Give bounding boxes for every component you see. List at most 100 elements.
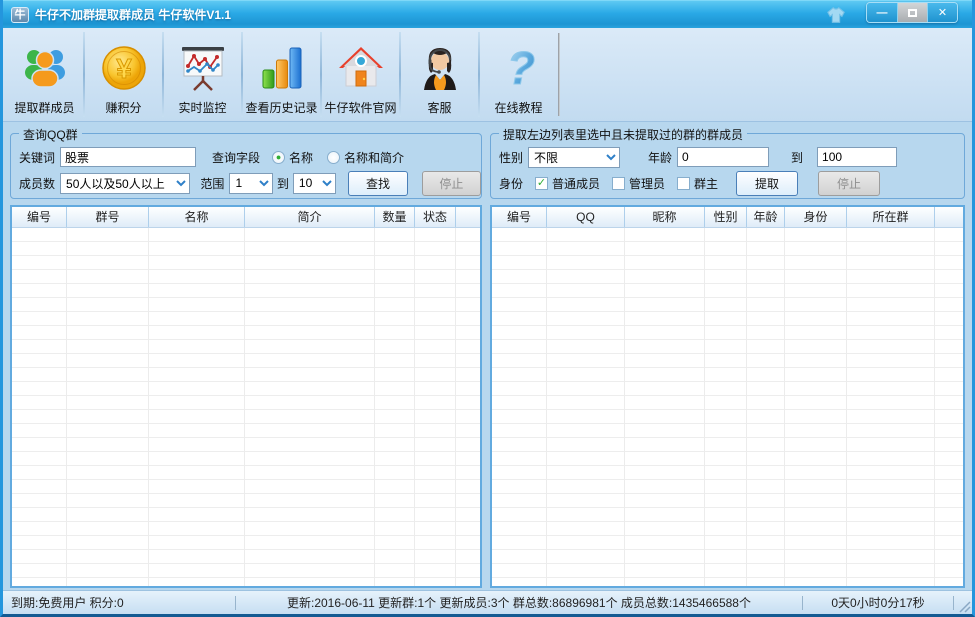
svg-text:¥: ¥	[116, 53, 132, 84]
checkbox-mark	[612, 177, 625, 190]
maximize-button[interactable]	[897, 3, 927, 22]
gender-label: 性别	[499, 149, 523, 166]
range-to-select[interactable]: 10	[293, 173, 336, 194]
toolbar-label: 查看历史记录	[245, 99, 317, 116]
app-window: 牛 牛仔不加群提取群成员 牛仔软件V1.1 — ✕	[0, 0, 975, 617]
home-icon	[336, 43, 386, 93]
toolbar-label: 牛仔软件官网	[324, 99, 396, 116]
column-header[interactable]: 简介	[245, 207, 375, 227]
chevron-down-icon	[322, 180, 332, 187]
window-controls: — ✕	[866, 2, 958, 23]
window-title: 牛仔不加群提取群成员 牛仔软件V1.1	[35, 6, 231, 23]
query-row-1: 关键词 查询字段 ● 名称 名称和简介	[11, 144, 481, 170]
keyword-input[interactable]	[60, 147, 196, 167]
query-group-column: 查询QQ群 关键词 查询字段 ● 名称 名称和简介 成员数	[10, 126, 482, 588]
toolbar-website-button[interactable]: 牛仔软件官网	[322, 28, 399, 121]
query-row-2: 成员数 50人以及50人以上 范围 1 到 10 查找	[11, 170, 481, 196]
column-header[interactable]: 身份	[785, 207, 847, 227]
search-button[interactable]: 查找	[348, 171, 407, 196]
status-update-info: 更新:2016-06-11 更新群:1个 更新成员:3个 群总数:8689698…	[236, 594, 802, 611]
minimize-button[interactable]: —	[867, 3, 897, 22]
query-groupbox-title: 查询QQ群	[19, 126, 82, 143]
identity-label: 身份	[499, 175, 523, 192]
extract-button[interactable]: 提取	[736, 171, 798, 196]
checkbox-owner[interactable]: 群主	[677, 175, 718, 192]
extract-column: 提取左边列表里选中且未提取过的群的群成员 性别 不限 年龄 到 身份 ✓	[490, 126, 965, 588]
column-header[interactable]: 状态	[415, 207, 456, 227]
main-area: 查询QQ群 关键词 查询字段 ● 名称 名称和简介 成员数	[3, 122, 972, 590]
bar-chart-icon	[257, 43, 307, 93]
svg-text:?: ?	[506, 44, 534, 92]
members-table: 编号 QQ 昵称 性别 年龄 身份 所在群	[490, 205, 965, 588]
column-header[interactable]: 年龄	[747, 207, 785, 227]
age-to-input[interactable]	[817, 147, 897, 167]
toolbar-realtime-monitor-button[interactable]: 实时监控	[164, 28, 241, 121]
checkbox-regular-member[interactable]: ✓ 普通成员	[535, 175, 600, 192]
toolbar-support-button[interactable]: 客服	[401, 28, 478, 121]
column-header-filler	[935, 207, 963, 227]
checkbox-mark	[677, 177, 690, 190]
column-gridline	[245, 228, 375, 586]
age-from-input[interactable]	[677, 147, 769, 167]
toolbar-earn-points-button[interactable]: ¥ 赚积分	[85, 28, 162, 121]
radio-name-and-intro[interactable]: 名称和简介	[327, 149, 404, 166]
checkbox-admin[interactable]: 管理员	[612, 175, 665, 192]
column-gridline	[415, 228, 456, 586]
toolbar-extract-members-button[interactable]: 提取群成员	[6, 28, 83, 121]
groups-table-header: 编号 群号 名称 简介 数量 状态	[12, 207, 480, 228]
column-header[interactable]: 昵称	[625, 207, 705, 227]
age-label: 年龄	[648, 149, 672, 166]
checkbox-label: 管理员	[629, 175, 665, 192]
range-from-select[interactable]: 1	[229, 173, 272, 194]
column-gridline	[847, 228, 935, 586]
people-group-icon	[20, 43, 70, 93]
column-header[interactable]: 数量	[375, 207, 415, 227]
close-button[interactable]: ✕	[927, 3, 957, 22]
radio-name[interactable]: ● 名称	[272, 149, 313, 166]
resize-grip-icon[interactable]	[954, 596, 972, 614]
column-header[interactable]: 编号	[492, 207, 547, 227]
chevron-down-icon	[606, 154, 616, 161]
extract-groupbox-title: 提取左边列表里选中且未提取过的群的群成员	[499, 126, 747, 143]
app-icon: 牛	[11, 7, 29, 23]
stop-search-button: 停止	[422, 171, 481, 196]
query-groupbox: 查询QQ群 关键词 查询字段 ● 名称 名称和简介 成员数	[10, 133, 482, 199]
question-mark-icon: ?	[494, 43, 544, 93]
toolbar-history-button[interactable]: 查看历史记录	[243, 28, 320, 121]
statusbar: 到期:免费用户 积分:0 更新:2016-06-11 更新群:1个 更新成员:3…	[3, 590, 972, 614]
column-header[interactable]: 编号	[12, 207, 67, 227]
to-label: 到	[791, 149, 803, 166]
groups-table-body[interactable]	[12, 228, 480, 586]
keyword-label: 关键词	[19, 149, 55, 166]
column-gridline	[625, 228, 705, 586]
query-field-label: 查询字段	[212, 149, 260, 166]
column-gridline	[492, 228, 547, 586]
skin-shirt-icon[interactable]	[825, 5, 847, 25]
toolbar-label: 赚积分	[105, 99, 141, 116]
range-label: 范围	[200, 175, 224, 192]
column-header[interactable]: 群号	[67, 207, 149, 227]
status-elapsed-time: 0天0小时0分17秒	[803, 594, 953, 611]
members-count-select[interactable]: 50人以及50人以上	[60, 173, 190, 194]
support-agent-icon	[415, 43, 465, 93]
members-count-label: 成员数	[19, 175, 55, 192]
column-gridline	[705, 228, 747, 586]
members-table-body[interactable]	[492, 228, 963, 586]
column-header[interactable]: QQ	[547, 207, 625, 227]
to-label: 到	[277, 175, 289, 192]
gender-select[interactable]: 不限	[528, 147, 620, 168]
column-gridline	[547, 228, 625, 586]
column-header[interactable]: 所在群	[847, 207, 935, 227]
toolbar-tutorial-button[interactable]: ? 在线教程	[480, 28, 557, 121]
column-header[interactable]: 名称	[149, 207, 245, 227]
members-table-header: 编号 QQ 昵称 性别 年龄 身份 所在群	[492, 207, 963, 228]
toolbar-label: 提取群成员	[14, 99, 74, 116]
column-gridline	[785, 228, 847, 586]
checkbox-mark: ✓	[535, 177, 548, 190]
toolbar-end-separator	[558, 33, 560, 116]
column-gridline	[747, 228, 785, 586]
checkbox-label: 普通成员	[552, 175, 600, 192]
coin-icon: ¥	[99, 43, 149, 93]
column-header[interactable]: 性别	[705, 207, 747, 227]
toolbar-label: 在线教程	[494, 99, 542, 116]
